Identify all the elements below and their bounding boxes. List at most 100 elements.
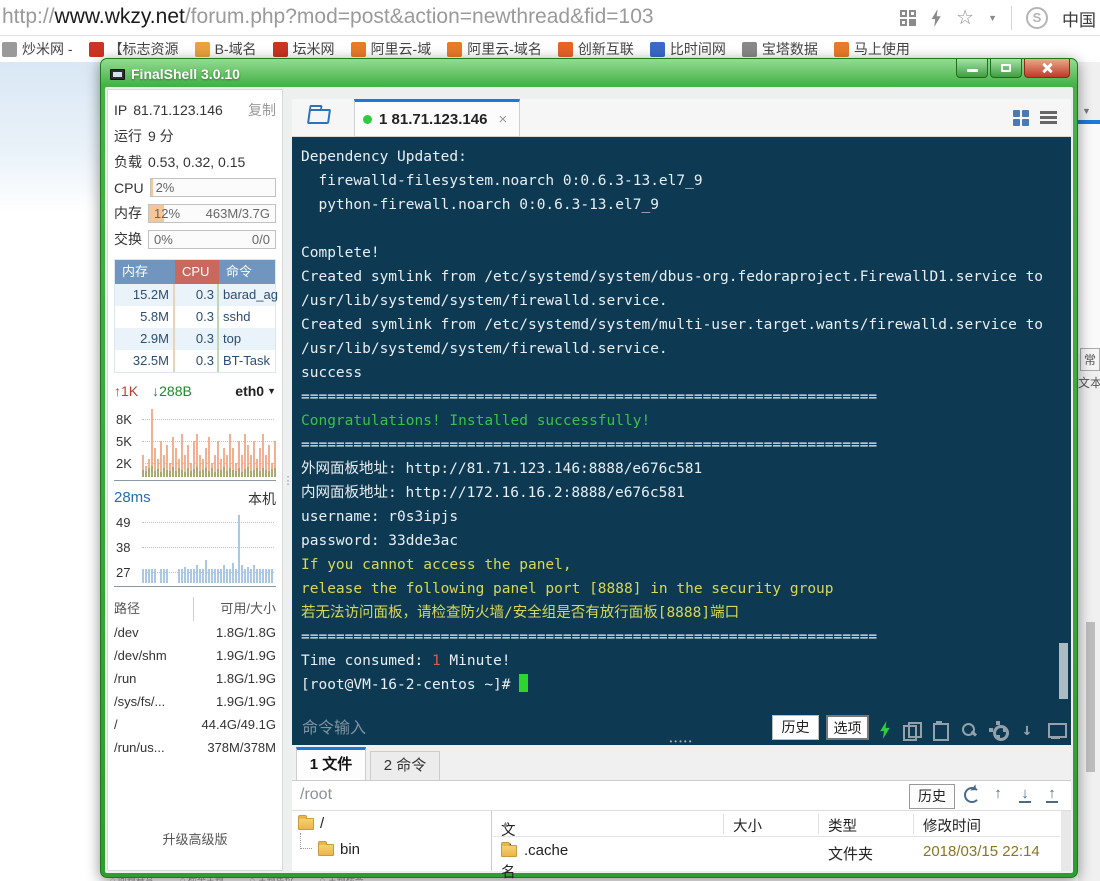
process-col-memory[interactable]: 内存 xyxy=(115,260,175,284)
parent-dir-icon[interactable]: ↑ xyxy=(989,785,1007,803)
terminal-line: ========================================… xyxy=(301,625,1051,649)
axis-tick-label: 2K xyxy=(116,456,132,471)
process-row[interactable]: 2.9M0.3top xyxy=(115,328,275,350)
settings-gear-icon[interactable] xyxy=(989,721,1007,739)
open-folder-icon[interactable] xyxy=(307,109,331,124)
net-down-bar xyxy=(259,471,261,477)
interface-select[interactable]: eth0 xyxy=(235,383,264,399)
disk-col-size[interactable]: 可用/大小 xyxy=(193,597,276,621)
upload-arrow-icon: ↑ xyxy=(114,383,121,399)
bookmark-label: 【标志资源 xyxy=(109,39,179,59)
path-history-button[interactable]: 历史 xyxy=(909,784,955,809)
page-scrollbar[interactable] xyxy=(1086,622,1095,772)
ping-bar xyxy=(235,569,237,583)
bookmark-label: 创新互联 xyxy=(578,39,634,59)
terminal-line: ========================================… xyxy=(301,433,1051,457)
terminal-scrollbar[interactable] xyxy=(1059,643,1068,699)
history-button[interactable]: 历史 xyxy=(772,715,819,740)
path-input[interactable]: /root xyxy=(300,786,332,804)
terminal-line: Time consumed: 1 Minute! xyxy=(301,649,1051,673)
editor-common-button-fragment: 常 xyxy=(1080,348,1100,371)
bookmark-item[interactable]: 坛米网 xyxy=(273,39,335,59)
bookmark-label: 阿里云-域名 xyxy=(467,39,542,59)
net-down-bar xyxy=(262,468,264,477)
download-arrow-icon: ↓ xyxy=(152,383,159,399)
col-mtime[interactable]: 修改时间 xyxy=(923,815,981,836)
col-size[interactable]: 大小 xyxy=(733,815,762,836)
file-download-icon[interactable]: ↓ xyxy=(1016,785,1034,803)
bookmark-favicon xyxy=(650,42,665,57)
upgrade-link[interactable]: 升级高级版 xyxy=(108,829,282,848)
favorites-star-icon[interactable]: ☆ xyxy=(956,8,974,28)
terminal-line: /usr/lib/systemd/system/firewalld.servic… xyxy=(301,289,1051,313)
copy-icon[interactable] xyxy=(902,721,920,739)
col-type[interactable]: 类型 xyxy=(828,815,857,836)
process-row[interactable]: 15.2M0.3barad_ag xyxy=(115,284,275,306)
ping-bar xyxy=(220,569,222,583)
tree-item-root[interactable]: / xyxy=(298,815,324,832)
sidebar-splitter[interactable]: ⋮ xyxy=(285,89,292,871)
tab-commands[interactable]: 2 命令 xyxy=(370,751,440,781)
net-down-bar xyxy=(208,471,210,477)
disk-col-path[interactable]: 路径 xyxy=(114,597,140,621)
terminal[interactable]: Dependency Updated: firewalld-filesystem… xyxy=(292,137,1071,745)
ping-host[interactable]: 本机 xyxy=(248,489,276,509)
net-down-bar xyxy=(274,468,276,477)
process-row[interactable]: 32.5M0.3BT-Task xyxy=(115,350,275,372)
ping-bar xyxy=(142,569,144,583)
process-col-cpu[interactable]: CPU xyxy=(175,260,219,284)
connected-dot-icon xyxy=(363,115,372,124)
quick-command-icon[interactable] xyxy=(879,721,891,739)
interface-caret-icon[interactable]: ▼ xyxy=(267,386,276,396)
minimize-button[interactable] xyxy=(956,59,988,78)
bookmark-item[interactable]: 炒米网 - xyxy=(2,39,73,59)
bookmark-item[interactable]: 【标志资源 xyxy=(89,39,179,59)
uptime-value: 9 分 xyxy=(148,126,174,146)
terminal-tab[interactable]: 1 81.71.123.146 × xyxy=(354,99,520,137)
terminal-line: password: 33dde3ac xyxy=(301,529,1051,553)
ping-bar xyxy=(259,569,261,583)
ping-bar xyxy=(271,569,273,583)
window-title: FinalShell 3.0.10 xyxy=(131,66,240,82)
ping-bar xyxy=(214,569,216,583)
command-input[interactable]: 命令输入 xyxy=(302,714,366,738)
bookmark-item[interactable]: 创新互联 xyxy=(558,39,634,59)
qr-code-icon[interactable] xyxy=(900,10,916,26)
url-text[interactable]: http://www.wkzy.net/forum.php?mod=post&a… xyxy=(2,5,654,29)
layout-grid-icon[interactable] xyxy=(1013,110,1029,126)
file-list-scrollbar[interactable] xyxy=(1061,811,1071,871)
bookmark-item[interactable]: 马上使用 xyxy=(834,39,910,59)
net-down-bar xyxy=(181,470,183,477)
copy-link[interactable]: 复制 xyxy=(248,100,276,120)
bookmark-item[interactable]: 阿里云-域 xyxy=(351,39,432,59)
file-upload-icon[interactable]: ↑ xyxy=(1043,785,1061,803)
bookmark-item[interactable]: 宝塔数据 xyxy=(742,39,818,59)
bookmark-item[interactable]: B-域名 xyxy=(195,39,257,59)
paste-icon[interactable] xyxy=(931,721,949,739)
terminal-tabbar: 1 81.71.123.146 × xyxy=(292,99,1071,137)
browser-address-bar[interactable]: http://www.wkzy.net/forum.php?mod=post&a… xyxy=(0,0,1100,36)
bookmark-label: 炒米网 - xyxy=(22,39,73,59)
cpu-label: CPU xyxy=(114,180,144,196)
bookmark-item[interactable]: 阿里云-域名 xyxy=(447,39,542,59)
sogou-logo[interactable]: S xyxy=(1026,7,1048,29)
window-titlebar[interactable]: FinalShell 3.0.10 xyxy=(104,62,1074,86)
flash-icon[interactable] xyxy=(930,9,942,27)
download-arrow-icon[interactable]: ↓ xyxy=(1018,721,1036,739)
maximize-button[interactable] xyxy=(990,59,1022,78)
tab-files[interactable]: 1 文件 xyxy=(296,747,366,781)
process-row[interactable]: 5.8M0.3sshd xyxy=(115,306,275,328)
refresh-icon[interactable] xyxy=(962,785,980,803)
process-col-command[interactable]: 命令 xyxy=(219,260,275,284)
file-row[interactable]: .cache文件夹2018/03/15 22:14 xyxy=(493,838,1060,865)
net-down-bar xyxy=(163,468,165,477)
dropdown-caret-icon[interactable]: ▼ xyxy=(988,13,997,23)
bookmark-item[interactable]: 比时间网 xyxy=(650,39,726,59)
options-button[interactable]: 选项 xyxy=(826,715,869,740)
search-icon[interactable] xyxy=(960,721,978,739)
menu-icon[interactable] xyxy=(1040,111,1057,124)
tab-close-icon[interactable]: × xyxy=(498,111,507,128)
monitor-icon[interactable] xyxy=(1047,721,1065,739)
tree-item-bin[interactable]: bin xyxy=(318,841,360,858)
close-button[interactable] xyxy=(1024,59,1070,78)
